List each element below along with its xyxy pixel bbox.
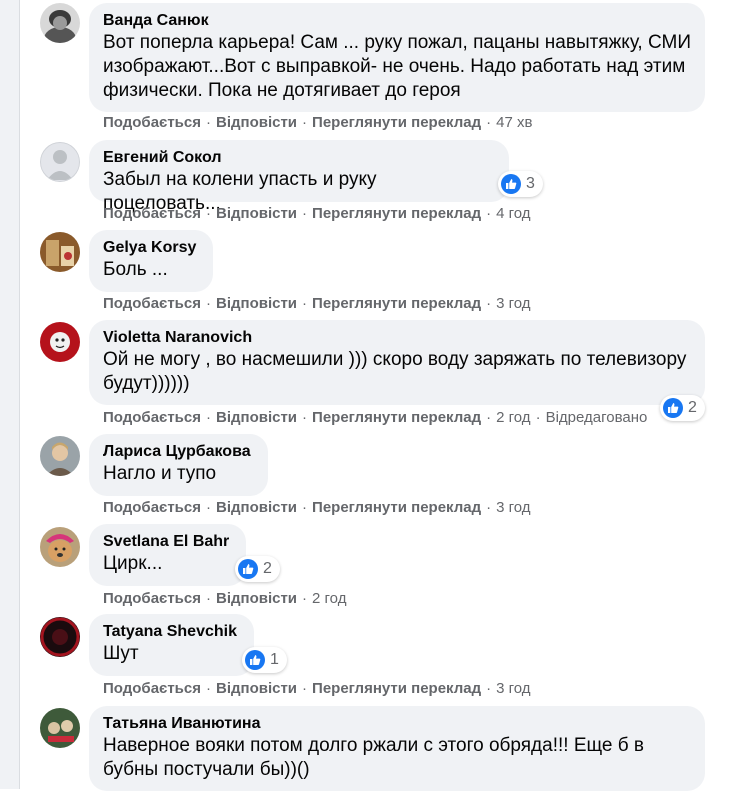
comment-bubble: Евгений Сокол Забыл на колени упасть и р… xyxy=(89,140,509,214)
comment-actions: Подобається · Відповісти · Переглянути перек… xyxy=(103,205,531,222)
like-reaction-icon xyxy=(663,398,683,418)
reply-link[interactable]: Відповісти xyxy=(216,590,297,607)
comment-bubble: Svetlana El Bahr Цирк... xyxy=(89,524,246,586)
comment-author[interactable]: Violetta Naranovich xyxy=(103,328,691,348)
reaction-count: 2 xyxy=(263,560,272,577)
comment-actions: Подобається · Відповісти · Переглянути перек… xyxy=(103,409,648,426)
comment-author[interactable]: Татьяна Иванютина xyxy=(103,714,691,734)
comment-author[interactable]: Tatyana Shevchik xyxy=(103,622,240,642)
avatar[interactable] xyxy=(40,527,80,567)
comment-text: Нагло и тупо xyxy=(103,463,217,484)
comment-bubble: Tatyana Shevchik Шут xyxy=(89,614,254,676)
like-link[interactable]: Подобається xyxy=(103,680,201,697)
reply-link[interactable]: Відповісти xyxy=(216,114,297,131)
comment-actions: Подобається · Відповісти · Переглянути перек… xyxy=(103,680,531,697)
comment-text: Ой не могу , во насмешили ))) скоро воду… xyxy=(103,349,687,394)
reply-link[interactable]: Відповісти xyxy=(216,680,297,697)
like-link[interactable]: Подобається xyxy=(103,205,201,222)
comment-bubble: Violetta Naranovich Ой не могу , во насм… xyxy=(89,320,705,405)
comment-time[interactable]: 3 год xyxy=(496,680,530,697)
avatar[interactable] xyxy=(40,708,80,748)
like-reaction-icon xyxy=(245,650,265,670)
like-reaction-icon xyxy=(238,559,258,579)
comment-bubble: Ванда Санюк Вот поперла карьера! Сам ...… xyxy=(89,3,705,112)
comment-actions: Подобається · Відповісти · Переглянути перек… xyxy=(103,499,531,516)
like-link[interactable]: Подобається xyxy=(103,590,201,607)
avatar[interactable] xyxy=(40,322,80,362)
reply-link[interactable]: Відповісти xyxy=(216,295,297,312)
comment-actions: Подобається · Відповісти · Переглянути перек… xyxy=(103,295,531,312)
like-link[interactable]: Подобається xyxy=(103,114,201,131)
avatar[interactable] xyxy=(40,436,80,476)
comment-bubble: Татьяна Иванютина Наверное вояки потом д… xyxy=(89,706,705,791)
comment-bubble: Лариса Цурбакова Нагло и тупо xyxy=(89,434,268,496)
comment-author[interactable]: Ванда Санюк xyxy=(103,11,691,31)
comment-bubble: Gelya Korsy Боль ... xyxy=(89,230,213,292)
comment-text: Шут xyxy=(103,643,139,664)
comment-time[interactable]: 2 год xyxy=(496,409,530,426)
see-translation-link[interactable]: Переглянути переклад xyxy=(312,499,481,516)
reply-link[interactable]: Відповісти xyxy=(216,409,297,426)
comment-author[interactable]: Евгений Сокол xyxy=(103,148,495,168)
comment-text: Наверное вояки потом долго ржали с этого… xyxy=(103,735,645,780)
see-translation-link[interactable]: Переглянути переклад xyxy=(312,409,481,426)
like-link[interactable]: Подобається xyxy=(103,295,201,312)
comment-author[interactable]: Лариса Цурбакова xyxy=(103,442,254,462)
reaction-badge[interactable]: 3 xyxy=(498,171,543,197)
reply-link[interactable]: Відповісти xyxy=(216,499,297,516)
comment-text: Цирк... xyxy=(103,553,163,574)
comment-text: Боль ... xyxy=(103,259,168,280)
comment-time[interactable]: 3 год xyxy=(496,295,530,312)
reaction-badge[interactable]: 1 xyxy=(242,647,287,673)
comment-time[interactable]: 4 год xyxy=(496,205,530,222)
see-translation-link[interactable]: Переглянути переклад xyxy=(312,680,481,697)
like-link[interactable]: Подобається xyxy=(103,499,201,516)
reaction-count: 1 xyxy=(270,651,279,668)
reaction-count: 3 xyxy=(526,175,535,192)
see-translation-link[interactable]: Переглянути переклад xyxy=(312,205,481,222)
avatar[interactable] xyxy=(40,142,80,182)
avatar[interactable] xyxy=(40,617,80,657)
like-link[interactable]: Подобається xyxy=(103,409,201,426)
comment-time[interactable]: 2 год xyxy=(312,590,346,607)
comment-text: Вот поперла карьера! Сам ... руку пожал,… xyxy=(103,32,691,101)
see-translation-link[interactable]: Переглянути переклад xyxy=(312,295,481,312)
comment-time[interactable]: 47 хв xyxy=(496,114,532,131)
comment-author[interactable]: Gelya Korsy xyxy=(103,238,199,258)
comment-actions: Подобається · Відповісти · Переглянути перек… xyxy=(103,114,533,131)
see-translation-link[interactable]: Переглянути переклад xyxy=(312,114,481,131)
reaction-count: 2 xyxy=(688,399,697,416)
left-rail xyxy=(0,0,20,789)
reply-link[interactable]: Відповісти xyxy=(216,205,297,222)
avatar[interactable] xyxy=(40,232,80,272)
comment-author[interactable]: Svetlana El Bahr xyxy=(103,532,232,552)
edited-label: Відредаговано xyxy=(545,409,648,426)
reaction-badge[interactable]: 2 xyxy=(660,395,705,421)
reaction-badge[interactable]: 2 xyxy=(235,556,280,582)
comment-actions: Подобається · Відповісти · 2 год xyxy=(103,590,347,607)
avatar[interactable] xyxy=(40,3,80,43)
comment-time[interactable]: 3 год xyxy=(496,499,530,516)
like-reaction-icon xyxy=(501,174,521,194)
